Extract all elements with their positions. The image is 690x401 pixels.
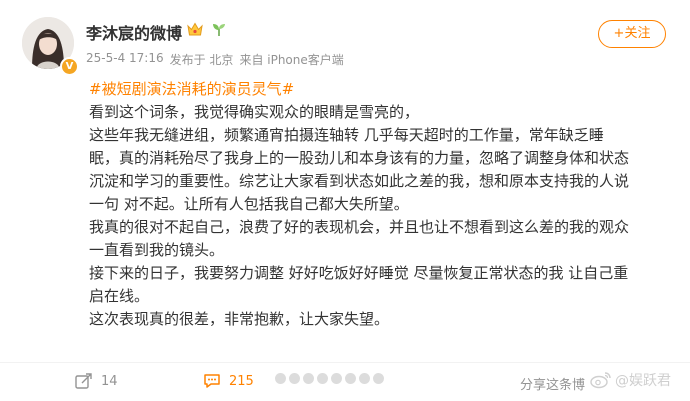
post-line: 我真的很对不起自己，浪费了好的表现机会，并且也让不想看到这么差的我的观众 [89,218,630,236]
topic-hashtag[interactable]: #被短剧演法消耗的演员灵气# [89,80,294,98]
user-name[interactable]: 李沐宸的微博 [86,20,182,44]
share-count: 14 [101,373,118,389]
post-line: 眠，真的消耗殆尽了我身上的一股劲儿和本身该有的力量，忽略了调整身体和状态 [89,149,630,167]
post-line: 沉淀和学习的重要性。综艺让大家看到状态如此之差的我，想和原本支持我的人说 [89,172,630,190]
comment-button[interactable]: 215 [203,373,254,389]
post-meta: 25-5-4 17:16 发布于 北京 来自 iPhone客户端 [86,51,344,68]
crown-icon [187,22,203,41]
follow-button[interactable]: +关注 [598,20,666,48]
post-line: 看到这个词条，我觉得确实观众的眼睛是雪亮的， [89,103,420,121]
sprout-icon [211,22,227,41]
share-button[interactable]: 14 [75,373,118,389]
post-time[interactable]: 25-5-4 17:16 [86,51,164,68]
action-bar: 14 215 分享这条博 [0,362,690,401]
verified-badge: V [60,57,79,76]
comment-count: 215 [229,373,254,389]
post-line: 这次表现真的很差，非常抱歉，让大家失望。 [89,310,390,328]
post-line: 一直看到我的镜头。 [89,241,225,259]
post-line: 这些年我无缝进组，频繁通宵拍摄连轴转 几乎每天超时的工作量，常年缺乏睡 [89,126,604,144]
post-line: 接下来的日子，我要努力调整 好好吃饭好好睡觉 尽量恢复正常状态的我 让自己重 [89,264,629,282]
share-text[interactable]: 分享这条博 [520,374,585,393]
post-location: 发布于 北京 [169,53,234,67]
post-line: 一句 对不起。让所有人包括我自己都大失所望。 [89,195,409,213]
post-content: #被短剧演法消耗的演员灵气# 看到这个词条，我觉得确实观众的眼睛是雪亮的， 这些… [89,78,674,331]
post-line: 启在线。 [89,287,150,305]
post-source: 来自 iPhone客户端 [239,53,344,67]
comment-icon [204,374,220,388]
share-icon [75,373,92,389]
reaction-dots [275,373,384,384]
watermark-text: @娱跃君 [615,373,671,389]
reaction-avatars[interactable] [275,373,384,384]
watermark: @娱跃君 [590,370,671,390]
weibo-logo-icon [590,372,611,389]
